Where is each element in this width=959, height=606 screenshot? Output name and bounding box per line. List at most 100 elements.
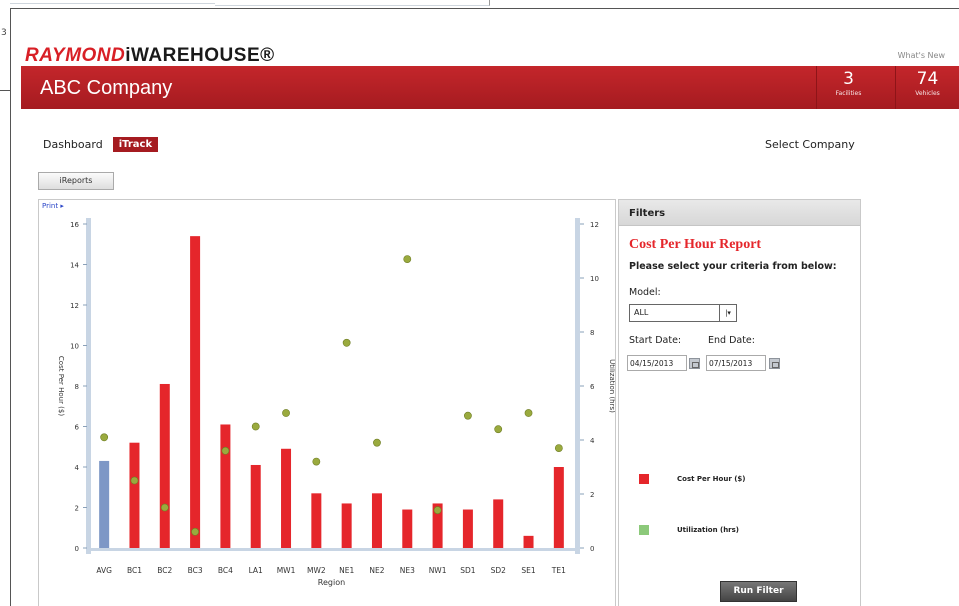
legend-util-label: Utilization (hrs) (677, 526, 740, 534)
utilization-point-mw1 (282, 409, 290, 417)
y2-tick-label: 6 (590, 383, 595, 391)
utilization-point-bc4 (221, 446, 230, 455)
x-tick-label: MW2 (307, 566, 326, 575)
legend-cost: Cost Per Hour ($) (639, 474, 745, 484)
y-tick-label: 16 (70, 221, 79, 229)
edge-number: 3 (1, 28, 7, 38)
x-tick-label: BC3 (188, 566, 203, 575)
bar-te1 (553, 467, 564, 548)
x-tick-label: NE3 (400, 566, 415, 575)
utilization-point-bc3 (191, 527, 199, 536)
x-axis-strip (89, 548, 580, 551)
legend-util: Utilization (hrs) (639, 525, 739, 535)
bar-sd1 (462, 509, 473, 548)
x-tick-label: NW1 (429, 566, 447, 575)
raymond-logo: RAYMONDiWAREHOUSE® (25, 45, 275, 67)
y2-tick-label: 12 (590, 221, 599, 229)
criteria-prompt: Please select your criteria from below: (629, 261, 837, 272)
edge-segment (215, 0, 490, 6)
end-date-input[interactable]: 07/15/2013 (706, 355, 766, 371)
x-tick-label: NE1 (339, 566, 354, 575)
y-tick-label: 14 (70, 262, 79, 270)
utilization-point-nw1 (433, 506, 442, 515)
y2-tick-label: 2 (590, 491, 594, 499)
x-tick-label: BC1 (127, 566, 142, 575)
y2-axis-label: Utilization (hrs) (608, 359, 615, 413)
vehicles-count: 74 (916, 69, 939, 89)
facilities-stat[interactable]: 3 Facilities (816, 66, 880, 109)
utilization-point-ne3 (403, 255, 412, 263)
y-tick-label: 10 (70, 343, 79, 351)
filters-panel: Filters Cost Per Hour Report Please sele… (618, 199, 861, 606)
utilization-point-ne1 (342, 338, 351, 347)
chevron-down-icon[interactable]: |▾ (719, 305, 736, 321)
x-tick-label: SD1 (460, 566, 476, 575)
x-tick-label: SE1 (521, 566, 535, 575)
x-tick-label: MW1 (277, 566, 296, 575)
x-tick-label: SD2 (491, 566, 507, 575)
chart-panel: Print ▸ 0 2 4 6 8 10 12 14 16 0 2 4 6 8 10 12 Cost Per H… (38, 199, 616, 606)
vehicles-stat[interactable]: 74 Vehicles (895, 66, 959, 109)
x-tick-label: AVG (96, 566, 112, 575)
whats-new-link[interactable]: What's New (898, 51, 945, 60)
report-title: Cost Per Hour Report (629, 237, 762, 252)
bar-ne3 (402, 509, 413, 548)
model-label: Model: (629, 287, 661, 298)
run-filter-button[interactable]: Run Filter (720, 581, 797, 602)
start-date-label: Start Date: (629, 335, 682, 346)
main-nav: Dashboard iTrack (43, 137, 159, 152)
utilization-point-sd1 (464, 411, 472, 420)
calendar-icon[interactable] (689, 358, 700, 369)
facilities-label: Facilities (835, 90, 862, 97)
bar-avg (99, 460, 110, 548)
utilization-point-se1 (524, 409, 533, 417)
utilization-point-avg (100, 433, 109, 442)
calendar-icon[interactable] (769, 358, 780, 369)
bar-se1 (523, 535, 534, 548)
y-tick-label: 4 (75, 464, 80, 472)
bar-bc2 (159, 383, 170, 548)
model-select-value: ALL (634, 308, 649, 317)
utilization-point-sd2 (494, 425, 503, 434)
y-tick-label: 8 (75, 383, 79, 391)
company-banner: ABC Company 3 Facilities 74 Vehicles (21, 66, 959, 109)
y-tick-label: 6 (75, 424, 80, 432)
y2-tick-label: 0 (590, 545, 594, 553)
bar-la1 (250, 464, 261, 548)
y2-tick-label: 10 (590, 275, 599, 283)
filters-header: Filters (619, 200, 860, 226)
utilization-point-mw2 (312, 457, 321, 466)
bar-ne2 (371, 493, 382, 548)
x-tick-label: NE2 (369, 566, 384, 575)
screenshot-top-edge (0, 0, 959, 8)
utilization-point-bc1 (130, 476, 139, 485)
bar-mw1 (281, 448, 292, 548)
select-company-link[interactable]: Select Company (765, 138, 855, 151)
x-axis-label: Region (318, 578, 345, 587)
bar-bc4 (220, 424, 231, 548)
y2-axis-strip (575, 218, 580, 554)
nav-dashboard[interactable]: Dashboard (43, 138, 103, 151)
y-tick-label: 0 (75, 545, 79, 553)
x-tick-label: TE1 (551, 566, 566, 575)
ireports-button[interactable]: iReports (38, 172, 114, 190)
logo-product: iWAREHOUSE® (125, 45, 275, 66)
y-tick-label: 12 (70, 302, 79, 310)
utilization-point-la1 (251, 422, 260, 431)
utilization-point-bc2 (160, 503, 169, 512)
x-tick-label: BC2 (157, 566, 172, 575)
company-name: ABC Company (40, 77, 173, 99)
logo-brand: RAYMOND (25, 45, 126, 66)
nav-itrack[interactable]: iTrack (112, 137, 159, 152)
app-window: RAYMONDiWAREHOUSE® What's New ABC Compan… (10, 8, 959, 606)
y-axis-label: Cost Per Hour ($) (57, 356, 65, 416)
x-tick-label: LA1 (249, 566, 263, 575)
facilities-count: 3 (843, 69, 854, 89)
legend-util-swatch (639, 525, 649, 535)
edge-segment (10, 0, 215, 4)
model-select[interactable]: ALL |▾ (629, 304, 737, 322)
cost-per-hour-chart: 0 2 4 6 8 10 12 14 16 0 2 4 6 8 10 12 Cost Per Hour ($) U… (57, 218, 615, 587)
start-date-input[interactable]: 04/15/2013 (627, 355, 687, 371)
end-date-label: End Date: (708, 335, 755, 346)
legend-cost-swatch (639, 474, 649, 484)
